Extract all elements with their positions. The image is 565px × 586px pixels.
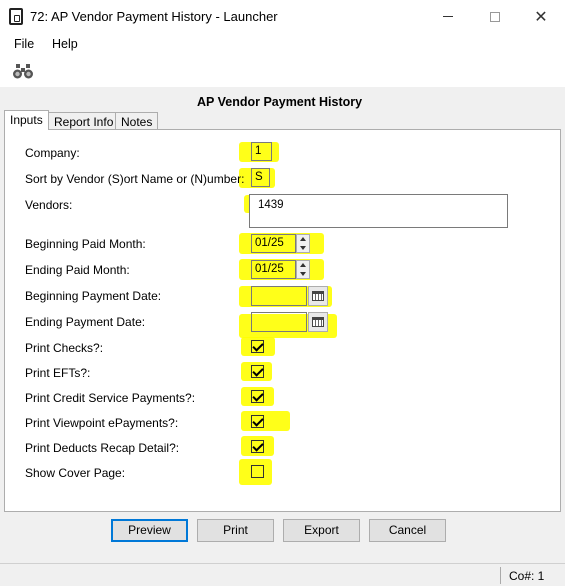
- calendar-icon: [312, 317, 324, 327]
- ending-payment-date-field[interactable]: [251, 312, 307, 332]
- label-beginning-payment-date: Beginning Payment Date:: [25, 289, 162, 303]
- menu-bar: File Help: [0, 33, 565, 55]
- maximize-button[interactable]: [472, 0, 518, 33]
- beginning-paid-month-spinner[interactable]: [296, 234, 310, 253]
- print-deducts-recap-checkbox[interactable]: [251, 440, 264, 453]
- label-print-viewpoint-epayments: Print Viewpoint ePayments?:: [25, 416, 179, 430]
- status-bar: Co#: 1: [0, 563, 565, 586]
- ending-paid-month-field[interactable]: 01/25: [251, 260, 296, 279]
- label-sort-by: Sort by Vendor (S)ort Name or (N)umber:: [25, 172, 245, 186]
- close-button[interactable]: ✕: [518, 0, 564, 33]
- label-print-checks: Print Checks?:: [25, 341, 104, 355]
- status-company: Co#: 1: [509, 569, 545, 583]
- toolbar: [0, 55, 565, 87]
- label-print-deducts-recap: Print Deducts Recap Detail?:: [25, 441, 180, 455]
- label-ending-payment-date: Ending Payment Date:: [25, 315, 146, 329]
- title-bar: 72: AP Vendor Payment History - Launcher…: [0, 0, 565, 33]
- label-vendors: Vendors:: [25, 198, 73, 212]
- company-field[interactable]: 1: [251, 142, 272, 161]
- show-cover-page-checkbox[interactable]: [251, 465, 264, 478]
- print-credit-service-checkbox[interactable]: [251, 390, 264, 403]
- beginning-paid-month-field[interactable]: 01/25: [251, 234, 296, 253]
- maximize-icon: [490, 11, 500, 22]
- print-viewpoint-epayments-checkbox[interactable]: [251, 415, 264, 428]
- cancel-button[interactable]: Cancel: [369, 519, 446, 542]
- ending-paid-month-spinner[interactable]: [296, 260, 310, 279]
- label-print-credit-service: Print Credit Service Payments?:: [25, 391, 196, 405]
- status-divider: [500, 567, 501, 584]
- highlight: [241, 411, 290, 431]
- page-title: AP Vendor Payment History: [197, 95, 363, 109]
- preview-button[interactable]: Preview: [111, 519, 188, 542]
- export-button[interactable]: Export: [283, 519, 360, 542]
- label-ending-paid-month: Ending Paid Month:: [25, 263, 130, 277]
- minimize-button[interactable]: [425, 0, 471, 33]
- calendar-button[interactable]: [308, 312, 328, 332]
- window-title: 72: AP Vendor Payment History - Launcher: [30, 9, 278, 24]
- tab-inputs[interactable]: Inputs: [4, 110, 49, 130]
- beginning-payment-date-field[interactable]: [251, 286, 307, 306]
- print-checks-checkbox[interactable]: [251, 340, 264, 353]
- label-company: Company:: [25, 146, 80, 160]
- print-efts-checkbox[interactable]: [251, 365, 264, 378]
- calendar-button[interactable]: [308, 286, 328, 306]
- menu-file[interactable]: File: [14, 37, 34, 51]
- minimize-icon: [443, 16, 453, 17]
- menu-help[interactable]: Help: [52, 37, 78, 51]
- label-beginning-paid-month: Beginning Paid Month:: [25, 237, 146, 251]
- app-icon: [9, 8, 23, 25]
- sort-by-field[interactable]: S: [251, 168, 270, 187]
- tab-notes[interactable]: Notes: [115, 112, 159, 130]
- print-button[interactable]: Print: [197, 519, 274, 542]
- label-print-efts: Print EFTs?:: [25, 366, 91, 380]
- vendors-field[interactable]: 1439: [249, 194, 508, 228]
- tab-report-info[interactable]: Report Info: [48, 112, 120, 130]
- binoculars-icon[interactable]: [12, 63, 34, 79]
- label-show-cover-page: Show Cover Page:: [25, 466, 126, 480]
- calendar-icon: [312, 291, 324, 301]
